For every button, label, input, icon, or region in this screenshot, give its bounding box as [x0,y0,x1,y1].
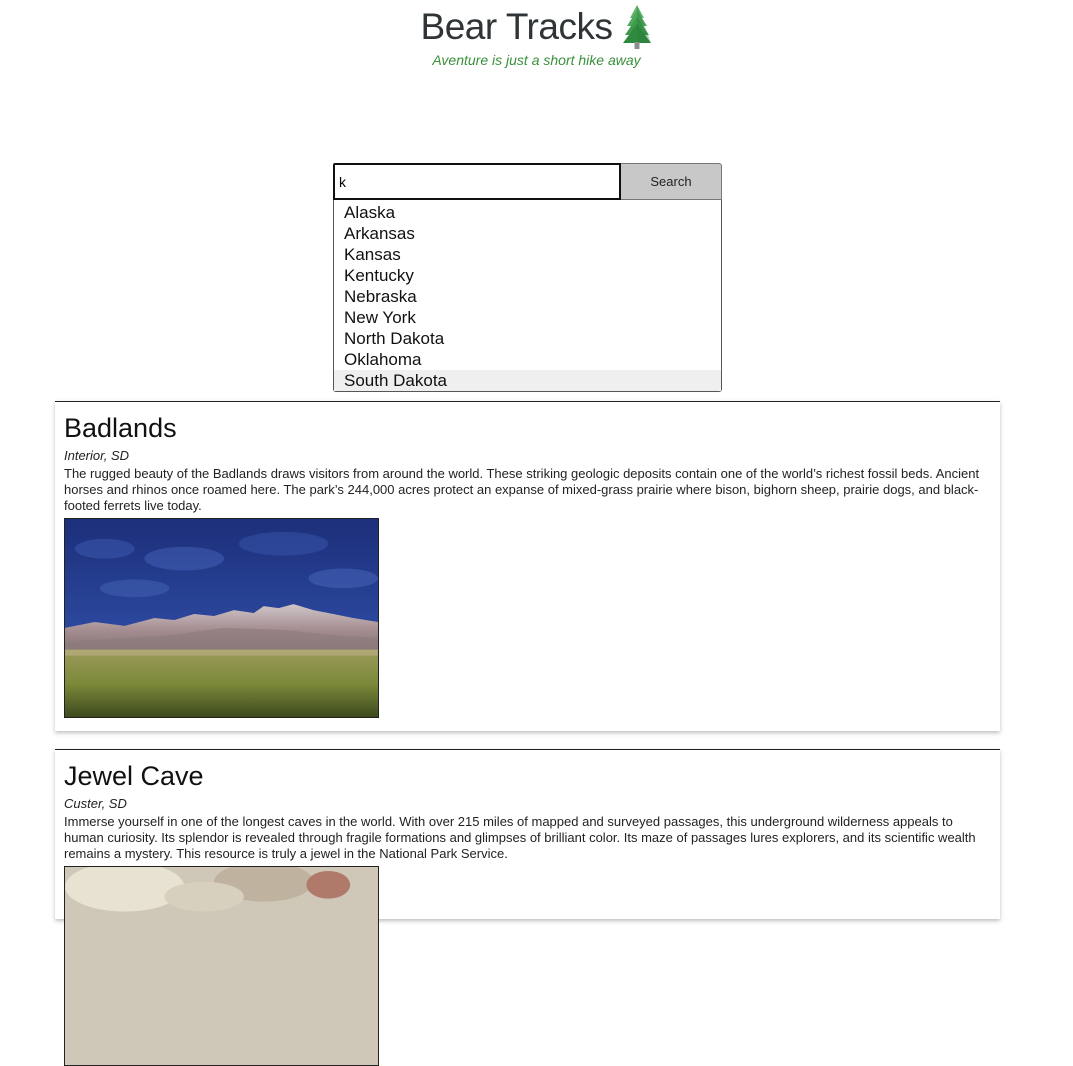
park-card: Jewel Cave Custer, SD Immerse yourself i… [55,749,1000,1066]
title-row: Bear Tracks [0,2,1073,52]
search-widget: Search Alaska Arkansas Kansas Kentucky N… [333,163,722,392]
park-name: Badlands [64,413,177,443]
jewel-cave-photo [64,866,379,1066]
park-description: Immerse yourself in one of the longest c… [64,814,976,861]
suggestion-item[interactable]: North Dakota [334,328,721,349]
search-button[interactable]: Search [621,163,722,200]
suggestion-item[interactable]: Kentucky [334,265,721,286]
suggestion-item[interactable]: Oklahoma [334,349,721,370]
search-row: Search [333,163,722,200]
site-title: Bear Tracks [420,6,613,47]
evergreen-tree-icon [623,5,652,49]
park-description: The rugged beauty of the Badlands draws … [64,466,980,513]
suggestion-item-highlighted[interactable]: South Dakota [334,370,721,391]
suggestion-item[interactable]: Alaska [334,202,721,223]
park-location: Custer, SD [64,796,127,811]
autocomplete-dropdown: Alaska Arkansas Kansas Kentucky Nebraska… [333,200,722,392]
suggestion-item[interactable]: Arkansas [334,223,721,244]
badlands-photo [64,518,379,718]
tagline: Aventure is just a short hike away [432,52,641,68]
park-location: Interior, SD [64,448,130,463]
park-name: Jewel Cave [64,761,204,791]
suggestion-item[interactable]: Nebraska [334,286,721,307]
suggestion-item[interactable]: Kansas [334,244,721,265]
search-input[interactable] [333,163,621,200]
suggestion-item[interactable]: New York [334,307,721,328]
park-card: Badlands Interior, SD The rugged beauty … [55,401,1000,731]
